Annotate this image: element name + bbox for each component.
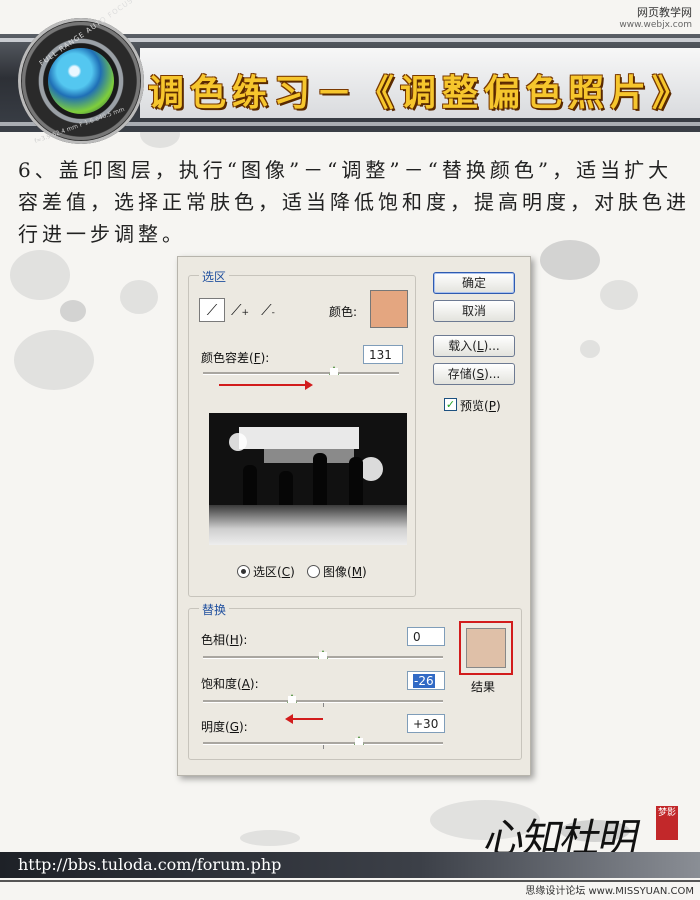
- fuzziness-input[interactable]: 131: [363, 345, 403, 364]
- annotation-arrow-left: [285, 714, 323, 724]
- radio-image[interactable]: [307, 565, 320, 578]
- save-button[interactable]: 存储(S)...: [433, 363, 515, 385]
- red-seal-stamp: 梦影: [656, 806, 678, 840]
- fuzziness-slider-thumb[interactable]: [329, 366, 339, 375]
- replace-color-dialog: 选区 ⟋ ⟋+ ⟋- 颜色: 颜色容差(F): 131 选区(C) 图像(M): [177, 256, 531, 776]
- preview-checkbox[interactable]: ✓: [444, 398, 457, 411]
- footer-credit: 思缘设计论坛 www.MISSYUAN.COM: [525, 886, 694, 897]
- replacement-group-title: 替换: [199, 601, 230, 618]
- saturation-label: 饱和度(A):: [201, 677, 259, 691]
- page-footer: http://bbs.tuloda.com/forum.php 思缘设计论坛 w…: [0, 852, 700, 900]
- site-logo[interactable]: 网页教学网 www.webjx.com: [619, 6, 692, 32]
- instruction-text: 6、盖印图层，执行“图像”－“调整”－“替换颜色”，适当扩大容差值，选择正常肤色…: [18, 158, 690, 246]
- page-title: 调色练习－《调整偏色照片》: [148, 72, 695, 114]
- lightness-label: 明度(G):: [201, 720, 248, 734]
- cancel-button[interactable]: 取消: [433, 300, 515, 322]
- hue-input[interactable]: 0: [407, 627, 445, 646]
- color-label: 颜色:: [329, 305, 358, 319]
- fuzziness-slider-track[interactable]: [203, 372, 399, 375]
- fuzziness-label: 颜色容差(F):: [201, 351, 270, 365]
- selection-group-title: 选区: [199, 268, 230, 285]
- lightness-slider-thumb[interactable]: [354, 736, 364, 745]
- site-name: 网页教学网: [637, 6, 692, 19]
- selection-preview-image: [209, 413, 407, 545]
- saturation-slider-thumb[interactable]: [287, 694, 297, 703]
- lightness-center-tick: [323, 745, 324, 749]
- site-url: www.webjx.com: [619, 20, 692, 30]
- radio-image-label: 图像(M): [323, 565, 367, 579]
- radio-selection-label: 选区(C): [253, 565, 295, 579]
- selection-group: 选区 ⟋ ⟋+ ⟋- 颜色: 颜色容差(F): 131 选区(C) 图像(M): [188, 268, 416, 597]
- eyedropper-icon[interactable]: ⟋: [199, 298, 225, 322]
- lightness-input[interactable]: +30: [407, 714, 445, 733]
- selection-color-swatch[interactable]: [370, 290, 408, 328]
- preview-checkbox-label: 预览(P): [460, 399, 501, 413]
- hue-label: 色相(H):: [201, 633, 248, 647]
- page-header: 网页教学网 www.webjx.com FULL RANGE AUTO FOCU…: [0, 0, 700, 150]
- hue-slider-thumb[interactable]: [318, 650, 328, 659]
- result-color-swatch[interactable]: [466, 628, 506, 668]
- eyedropper-minus-icon[interactable]: ⟋-: [255, 298, 281, 322]
- result-highlight-box: [459, 621, 513, 675]
- forum-link[interactable]: http://bbs.tuloda.com/forum.php: [18, 855, 281, 874]
- lens-glass-icon: [48, 48, 114, 114]
- eyedropper-plus-icon[interactable]: ⟋+: [227, 298, 253, 322]
- saturation-input[interactable]: -26: [407, 671, 445, 690]
- load-button[interactable]: 载入(L)...: [433, 335, 515, 357]
- saturation-center-tick: [323, 703, 324, 707]
- replacement-group: 替换 色相(H): 0 饱和度(A): -26 明度(G): +30 结果: [188, 601, 522, 760]
- eyedropper-tools: ⟋ ⟋+ ⟋-: [199, 298, 289, 322]
- result-label: 结果: [471, 680, 496, 694]
- radio-selection[interactable]: [237, 565, 250, 578]
- annotation-arrow-right: [219, 380, 313, 390]
- ok-button[interactable]: 确定: [433, 272, 515, 294]
